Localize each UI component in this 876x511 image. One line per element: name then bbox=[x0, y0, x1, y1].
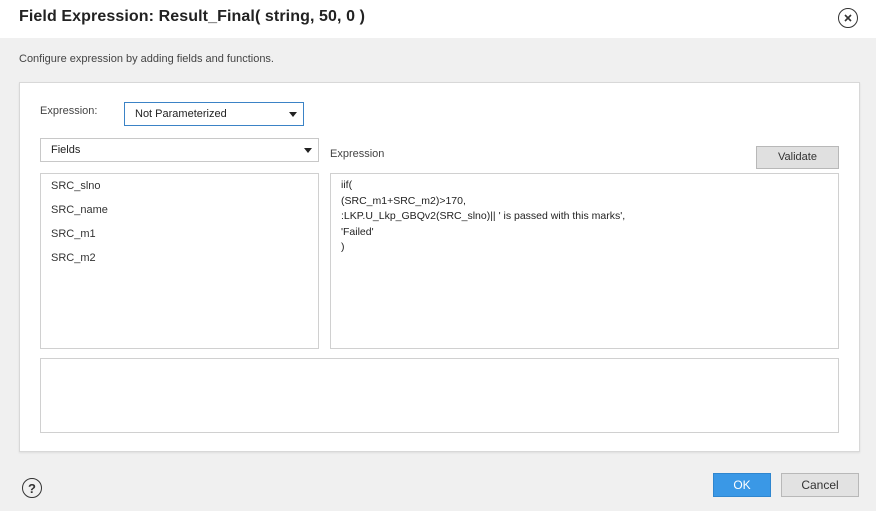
help-icon[interactable]: ? bbox=[22, 478, 42, 498]
fields-list[interactable]: SRC_slno SRC_name SRC_m1 SRC_m2 bbox=[40, 173, 319, 349]
list-item[interactable]: SRC_m1 bbox=[51, 228, 96, 240]
caret-down-icon bbox=[304, 148, 312, 153]
validate-button[interactable]: Validate bbox=[756, 146, 839, 169]
expression-editor[interactable]: iif( (SRC_m1+SRC_m2)>170, :LKP.U_Lkp_GBQ… bbox=[330, 173, 839, 349]
caret-down-icon bbox=[289, 112, 297, 117]
dialog-subtitle: Configure expression by adding fields an… bbox=[19, 53, 274, 65]
expression-param-select[interactable]: Not Parameterized bbox=[124, 102, 304, 126]
list-item[interactable]: SRC_slno bbox=[51, 180, 101, 192]
fields-select[interactable]: Fields bbox=[40, 138, 319, 162]
expression-line: 'Failed' bbox=[341, 225, 374, 238]
cancel-button[interactable]: Cancel bbox=[781, 473, 859, 497]
dialog-title: Field Expression: Result_Final( string, … bbox=[19, 8, 366, 25]
expression-label: Expression bbox=[330, 148, 385, 160]
expression-param-value: Not Parameterized bbox=[135, 108, 227, 120]
expression-param-label: Expression: bbox=[40, 105, 98, 117]
expression-line: ) bbox=[341, 241, 345, 253]
close-icon bbox=[844, 14, 852, 22]
list-item[interactable]: SRC_name bbox=[51, 204, 108, 216]
expression-line: :LKP.U_Lkp_GBQv2(SRC_slno)|| ' is passed… bbox=[341, 210, 626, 222]
expression-line: (SRC_m1+SRC_m2)>170, bbox=[341, 194, 466, 207]
function-description-area bbox=[40, 358, 839, 433]
dialog-header: Field Expression: Result_Final( string, … bbox=[0, 0, 876, 38]
list-item[interactable]: SRC_m2 bbox=[51, 252, 96, 264]
close-button[interactable] bbox=[838, 8, 858, 28]
ok-button[interactable]: OK bbox=[713, 473, 771, 497]
fields-select-value: Fields bbox=[51, 144, 81, 156]
expression-line: iif( bbox=[341, 179, 353, 191]
